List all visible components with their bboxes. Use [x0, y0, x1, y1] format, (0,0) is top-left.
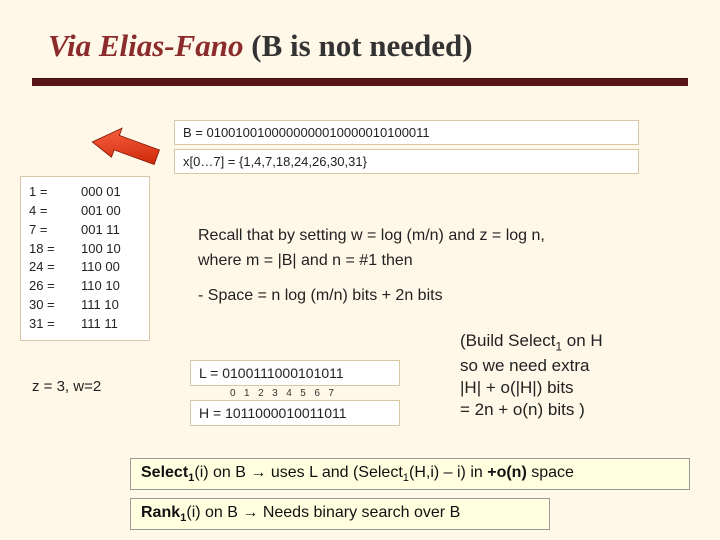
equation-B: B = 0100100100000000010000010100011 [174, 120, 639, 145]
table-row: 26 =110 10 [29, 277, 141, 296]
recall-space: - Space = n log (m/n) bits + 2n bits [198, 284, 648, 309]
recall-line2: where m = |B| and n = #1 then [198, 249, 648, 274]
footnote-rank: Rank1(i) on B → Needs binary search over… [130, 498, 550, 530]
title-underline [32, 78, 688, 86]
build-select-note: (Build Select1 on H so we need extra |H|… [460, 330, 692, 421]
table-row: 24 =110 00 [29, 258, 141, 277]
footnote-select: Select1(i) on B → uses L and (Select1(H,… [130, 458, 690, 490]
table-row: 31 =111 11 [29, 315, 141, 334]
table-row: 7 =001 11 [29, 221, 141, 240]
equation-x: x[0…7] = {1,4,7,18,24,26,30,31} [174, 149, 639, 174]
LH-block: L = 0100111000101011 01234567 H = 101100… [190, 360, 435, 426]
table-row: 1 =000 01 [29, 183, 141, 202]
recall-line1: Recall that by setting w = log (m/n) and… [198, 224, 648, 249]
L-tick-indices: 01234567 [230, 388, 475, 399]
table-row: 18 =100 10 [29, 240, 141, 259]
recall-text: Recall that by setting w = log (m/n) and… [198, 224, 648, 308]
bit-split-table: 1 =000 01 4 =001 00 7 =001 11 18 =100 10… [20, 176, 150, 341]
slide-title: Via Elias-Fano (B is not needed) [0, 0, 720, 72]
equation-H: H = 1011000010011011 [190, 400, 400, 426]
arrow-icon [90, 112, 168, 174]
equation-L: L = 0100111000101011 [190, 360, 400, 386]
title-rest: (B is not needed) [244, 28, 473, 63]
title-italic: Via Elias-Fano [48, 28, 244, 63]
table-row: 4 =001 00 [29, 202, 141, 221]
zw-label: z = 3, w=2 [32, 378, 101, 395]
table-row: 30 =111 10 [29, 296, 141, 315]
slide: Via Elias-Fano (B is not needed) B = 010… [0, 0, 720, 540]
